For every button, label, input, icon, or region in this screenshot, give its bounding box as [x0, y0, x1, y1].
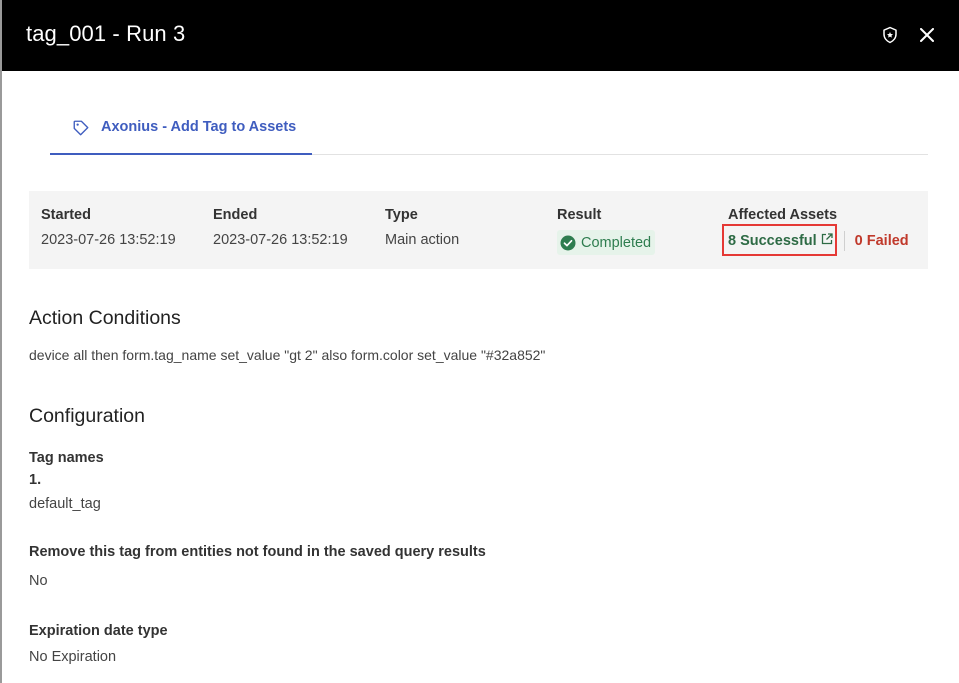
- highlight-box: [722, 224, 837, 256]
- expiration-type-value: No Expiration: [29, 649, 117, 665]
- tab-bar: Axonius - Add Tag to Assets: [50, 100, 928, 155]
- panel-header: tag_001 - Run 3: [2, 0, 959, 71]
- window-edge: [0, 0, 2, 683]
- remove-tag-label: Remove this tag from entities not found …: [29, 544, 486, 560]
- affected-assets-label: Affected Assets: [728, 207, 838, 223]
- tag-icon: [73, 120, 89, 136]
- type-value: Main action: [385, 232, 460, 248]
- tab-label: Axonius - Add Tag to Assets: [101, 119, 297, 135]
- remove-tag-value: No: [29, 573, 48, 589]
- configuration-title: Configuration: [29, 405, 145, 427]
- assets-divider: [843, 231, 845, 251]
- ended-value: 2023-07-26 13:52:19: [213, 232, 348, 248]
- expiration-type-label: Expiration date type: [29, 623, 168, 639]
- failed-assets-count[interactable]: 0 Failed: [855, 233, 909, 249]
- panel-title: tag_001 - Run 3: [26, 21, 186, 46]
- result-status-badge: Completed: [557, 230, 656, 255]
- action-conditions-text: device all then form.tag_name set_value …: [29, 347, 546, 363]
- type-label: Type: [385, 207, 418, 223]
- ended-label: Ended: [213, 207, 258, 223]
- result-label: Result: [557, 207, 602, 223]
- shield-button[interactable]: [880, 25, 900, 45]
- started-value: 2023-07-26 13:52:19: [41, 232, 176, 248]
- shield-icon: [883, 26, 897, 44]
- check-circle-icon: [560, 235, 576, 250]
- result-value: Completed: [581, 234, 652, 251]
- action-conditions-title: Action Conditions: [29, 307, 181, 329]
- result-column: Result: [557, 207, 601, 223]
- tag-names-index: 1.: [29, 472, 42, 488]
- started-column: Started 2023-07-26 13:52:19: [41, 207, 176, 248]
- ended-column: Ended 2023-07-26 13:52:19: [213, 207, 348, 248]
- close-icon: [920, 28, 934, 42]
- tag-names-label: Tag names: [29, 450, 104, 466]
- started-label: Started: [41, 207, 91, 223]
- close-button[interactable]: [917, 25, 937, 45]
- type-column: Type Main action: [385, 207, 459, 248]
- tag-names-value: default_tag: [29, 496, 101, 512]
- affected-assets-column: Affected Assets: [728, 207, 837, 223]
- tab-add-tag-to-assets[interactable]: Axonius - Add Tag to Assets: [50, 100, 312, 155]
